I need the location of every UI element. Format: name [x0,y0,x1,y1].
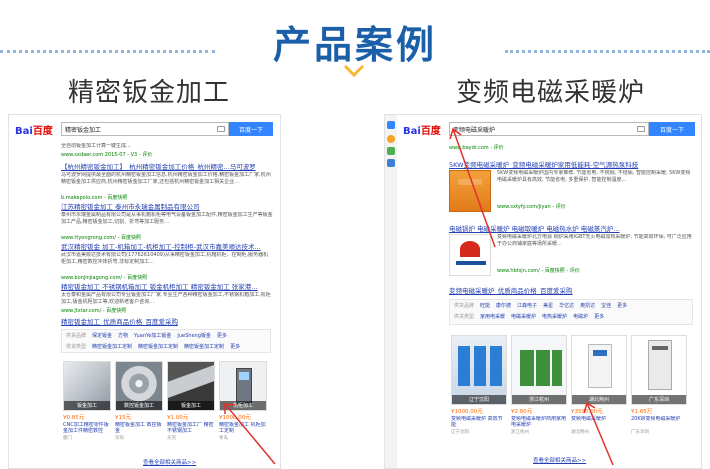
search-button[interactable]: 百度一下 [229,122,273,136]
camera-icon[interactable] [637,126,645,132]
product-image: 浙江杭州 [511,335,567,405]
product-image: 钣金加工 [167,361,215,411]
red-arrow-icon [224,403,276,465]
result-item: 精密钣金加工 不锈钢机箱加工 钣金机柜加工 精密钣金加工 张家港... 太仓泰和… [61,281,273,314]
result-title[interactable]: 精密钣金加工 不锈钢机箱加工 钣金机柜加工 精密钣金加工 张家港... [61,281,273,291]
more-products-link[interactable]: 查看全部相关商品>> [533,456,586,464]
filter-row: 供货品牌 保定钣金 方物 YuanYe加工钣金 JueSheng钣金 更多 [66,333,227,339]
filter-panel: 供货品牌 保定钣金 方物 YuanYe加工钣金 JueSheng钣金 更多 供货… [61,329,271,353]
baidu-logo: Bai百度 [15,125,53,137]
chevron-down-icon [343,64,365,78]
right-search-screenshot: Bai百度 变频电磁采暖炉 百度一下 www.baydr.com - 评价 5K… [384,114,702,469]
result-item: 精密钣金加工_优质商品价格_百度爱采购 [61,316,273,326]
more-products-link[interactable]: 查看全部相关商品>> [143,458,196,466]
product-card[interactable]: 钣金加工 ¥0.85元 CNC加工精密零件钣金加工件精密数控 厦门 [63,361,111,441]
result-item: 江苏精密钣金加工 泰州市永瑞金属制品有限公司 泰州市永瑞金属制品有限公司是从事机… [61,201,273,241]
product-image: 数控钣金加工 [115,361,163,411]
product-card[interactable]: 广东深圳 ¥1.65万 20KW变频电磁采暖炉 广东深圳 [631,335,687,435]
page-title: 产品案例 [272,23,437,67]
result-title[interactable]: 武汉精密钣金 加工-机箱加工-机柜加工-控制柜-武汉市嘉美顺达技术... [61,241,273,251]
right-case-title: 变频电磁采暖炉 [456,78,646,108]
result-item: 武汉精密钣金 加工-机箱加工-机柜加工-控制柜-武汉市嘉美顺达技术... 武汉市… [61,241,273,281]
filter-row: 供货品牌 旺能 康尔德 江森电子 美星 华亿达 奥凯达 宝佳 更多 [454,303,628,309]
product-image: 广东深圳 [631,335,687,405]
left-search-screenshot: Bai百度 精密钣金加工 百度一下 全自动钣金加工计算一键生成... www.s… [8,114,281,469]
search-button[interactable]: 百度一下 [649,122,695,136]
browser-sidebar [385,115,397,468]
red-arrow-icon [583,401,614,466]
filter-row: 供货类型 家用电采暖 电磁采暖炉 电热采暖炉 电磁炉 更多 [454,314,605,320]
filter-panel: 供货品牌 旺能 康尔德 江森电子 美星 华亿达 奥凯达 宝佳 更多 供货类型 家… [449,299,693,325]
search-input[interactable]: 精密钣金加工 [61,122,229,136]
product-image: 湖北荆州 [571,335,627,405]
sidebar-app-icon[interactable] [387,159,395,167]
result-title[interactable]: 变频电磁采暖炉_优质商品价格_百度爱采购 [449,285,695,295]
product-image: 辽宁沈阳 [451,335,507,405]
sidebar-app-icon[interactable] [387,135,395,143]
search-bar: Bai百度 精密钣金加工 百度一下 [15,121,277,137]
top-snippet: 全自动钣金加工计算一键生成... www.sxdaer.com 2015-07 … [61,143,153,158]
product-card[interactable]: 数控钣金加工 ¥15元 精密钣金加工 数控钣金 深圳 [115,361,163,441]
result-item: 变频电磁采暖炉_优质商品价格_百度爱采购 [449,285,695,295]
product-card[interactable]: 浙江杭州 ¥2.80元 变频电磁采暖炉商用家用电采暖炉 浙江杭州 [511,335,567,435]
result-title[interactable]: 【杭州精密钣金加工】_杭州精密钣金加工价格_杭州精密...马可波罗 [61,161,273,171]
sidebar-app-icon[interactable] [387,147,395,155]
page-header: 产品案例 精密钣金加工 变频电磁采暖炉 [0,0,710,108]
sidebar-app-icon[interactable] [387,121,395,129]
product-card[interactable]: 辽宁沈阳 ¥1000.00元 变频电磁采暖炉 高效节能 辽宁沈阳 [451,335,507,435]
baidu-logo: Bai百度 [403,125,441,137]
camera-icon[interactable] [217,126,225,132]
left-case-title: 精密钣金加工 [68,78,231,108]
result-title[interactable]: 精密钣金加工_优质商品价格_百度爱采购 [61,316,273,326]
product-image: 钣金加工 [63,361,111,411]
red-arrow-icon [449,127,496,248]
result-item: 【杭州精密钣金加工】_杭州精密钣金加工价格_杭州精密...马可波罗 马可波罗网提… [61,161,273,201]
result-title[interactable]: 江苏精密钣金加工 泰州市永瑞金属制品有限公司 [61,201,273,211]
product-card[interactable]: 钣金加工 ¥1.00元 精密钣金加工厂 精密不锈钢加工 东莞 [167,361,215,441]
filter-row: 供货类型 精密钣金加工定制 精密钣金加工定制 精密钣金加工定制 更多 [66,344,241,350]
